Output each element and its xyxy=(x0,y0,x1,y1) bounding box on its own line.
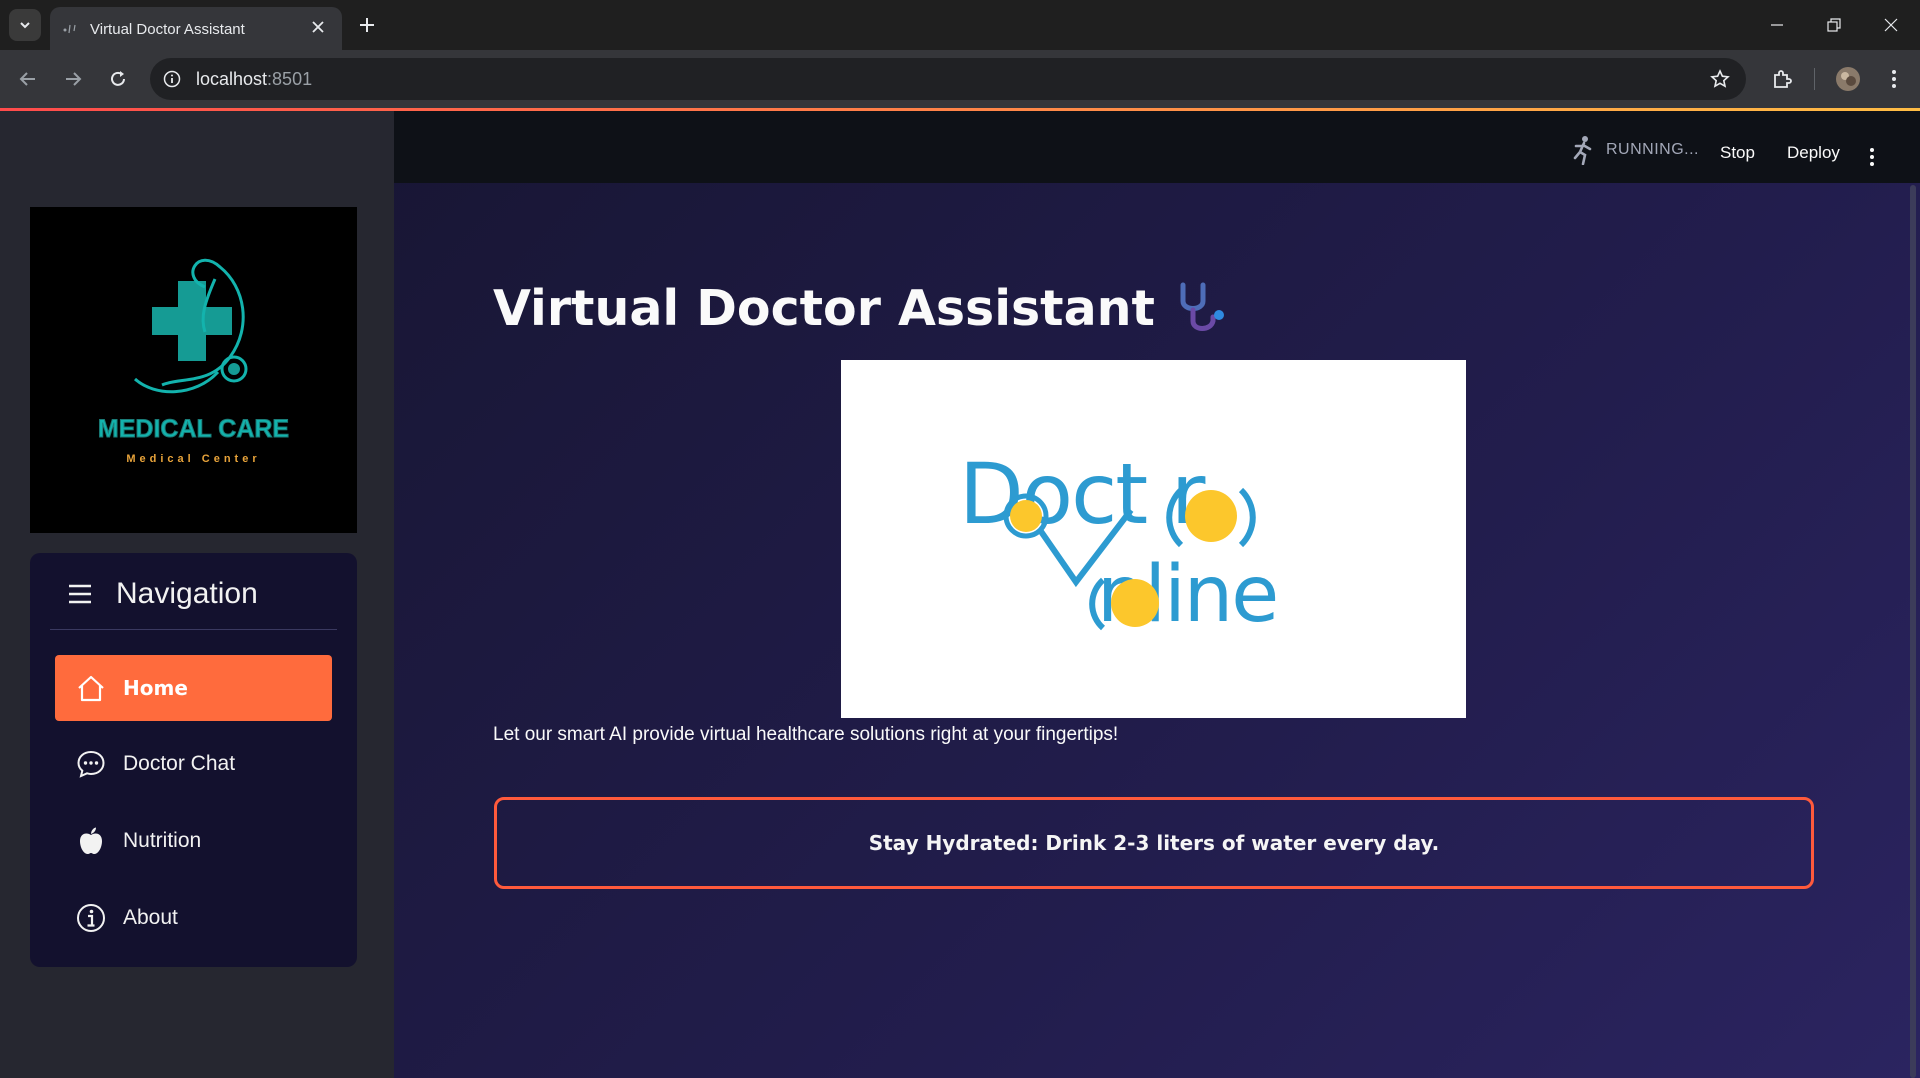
health-tip-box: Stay Hydrated: Drink 2-3 liters of water… xyxy=(494,797,1814,889)
house-icon xyxy=(75,672,107,704)
url-text: localhost:8501 xyxy=(196,69,313,89)
streamlit-header: RUNNING... Stop Deploy xyxy=(394,111,1920,183)
hamburger-menu-icon xyxy=(69,584,91,604)
browser-toolbar: localhost:8501 xyxy=(0,50,1920,108)
page-title-text: Virtual Doctor Assistant xyxy=(493,279,1155,337)
nav-item-label: Doctor Chat xyxy=(123,752,236,775)
chat-bubble-icon xyxy=(75,748,107,780)
toolbar-divider xyxy=(1814,68,1815,90)
address-bar[interactable]: localhost:8501 xyxy=(150,58,1746,100)
restore-icon[interactable] xyxy=(1819,10,1849,40)
browser-tab-strip: Virtual Doctor Assistant xyxy=(0,0,1920,50)
browser-tab[interactable]: Virtual Doctor Assistant xyxy=(50,7,342,50)
doctor-online-logo-mark xyxy=(1003,487,1256,631)
profile-avatar[interactable] xyxy=(1833,64,1863,94)
running-status: RUNNING... xyxy=(1570,135,1699,165)
main-scrollbar[interactable] xyxy=(1910,185,1916,1078)
medical-care-logo: MEDICAL CARE Medical Center xyxy=(30,207,357,533)
tab-search-button[interactable] xyxy=(9,9,41,41)
chrome-menu-kebab-icon[interactable] xyxy=(1879,64,1909,94)
tagline-text: Let our smart AI provide virtual healthc… xyxy=(493,724,1119,745)
navigation-header: Navigation xyxy=(68,577,258,611)
close-tab-icon[interactable] xyxy=(308,17,328,37)
bookmark-star-icon[interactable] xyxy=(1708,67,1732,91)
streamlit-app: MEDICAL CARE Medical Center Navigation H… xyxy=(0,111,1920,1078)
logo-title: MEDICAL CARE xyxy=(97,415,290,444)
deploy-button[interactable]: Deploy xyxy=(1787,143,1840,163)
reload-icon[interactable] xyxy=(103,64,133,94)
doctor-online-banner-image: Doct r nline xyxy=(841,360,1466,718)
logo-subtitle: Medical Center xyxy=(126,453,261,465)
info-circle-icon xyxy=(75,902,107,934)
nav-item-label: Home xyxy=(123,676,188,700)
nav-item-home[interactable]: Home xyxy=(55,655,332,721)
chevron-down-icon xyxy=(20,22,30,29)
new-tab-plus-icon[interactable] xyxy=(354,12,380,38)
extensions-puzzle-icon[interactable] xyxy=(1767,64,1797,94)
nav-item-label: About xyxy=(123,906,178,929)
medical-cross-stethoscope-icon xyxy=(133,258,248,394)
forward-arrow-icon[interactable] xyxy=(58,64,88,94)
nav-item-about[interactable]: About xyxy=(55,885,332,951)
running-status-text: RUNNING... xyxy=(1606,141,1699,158)
nav-item-nutrition[interactable]: Nutrition xyxy=(55,808,332,874)
health-tip-text: Stay Hydrated: Drink 2-3 liters of water… xyxy=(868,831,1440,855)
nav-item-doctor-chat[interactable]: Doctor Chat xyxy=(55,731,332,797)
sidebar: MEDICAL CARE Medical Center Navigation H… xyxy=(0,111,394,1078)
minimize-icon[interactable] xyxy=(1762,10,1792,40)
loading-favicon-icon xyxy=(63,24,76,34)
close-window-icon[interactable] xyxy=(1876,10,1906,40)
nav-item-label: Nutrition xyxy=(123,829,202,852)
site-info-icon[interactable] xyxy=(160,67,184,91)
nav-divider xyxy=(50,629,337,630)
back-arrow-icon[interactable] xyxy=(13,64,43,94)
running-man-icon xyxy=(1573,136,1592,165)
main-menu-kebab-icon[interactable] xyxy=(1862,144,1882,170)
navigation-menu: Navigation Home Doctor Chat Nutrition Ab… xyxy=(30,553,357,967)
apple-icon xyxy=(75,825,107,857)
page-title: Virtual Doctor Assistant xyxy=(493,279,1233,337)
stop-button[interactable]: Stop xyxy=(1720,143,1755,163)
tab-title: Virtual Doctor Assistant xyxy=(90,21,245,38)
navigation-title: Navigation xyxy=(116,577,258,610)
stethoscope-icon xyxy=(1180,282,1224,331)
